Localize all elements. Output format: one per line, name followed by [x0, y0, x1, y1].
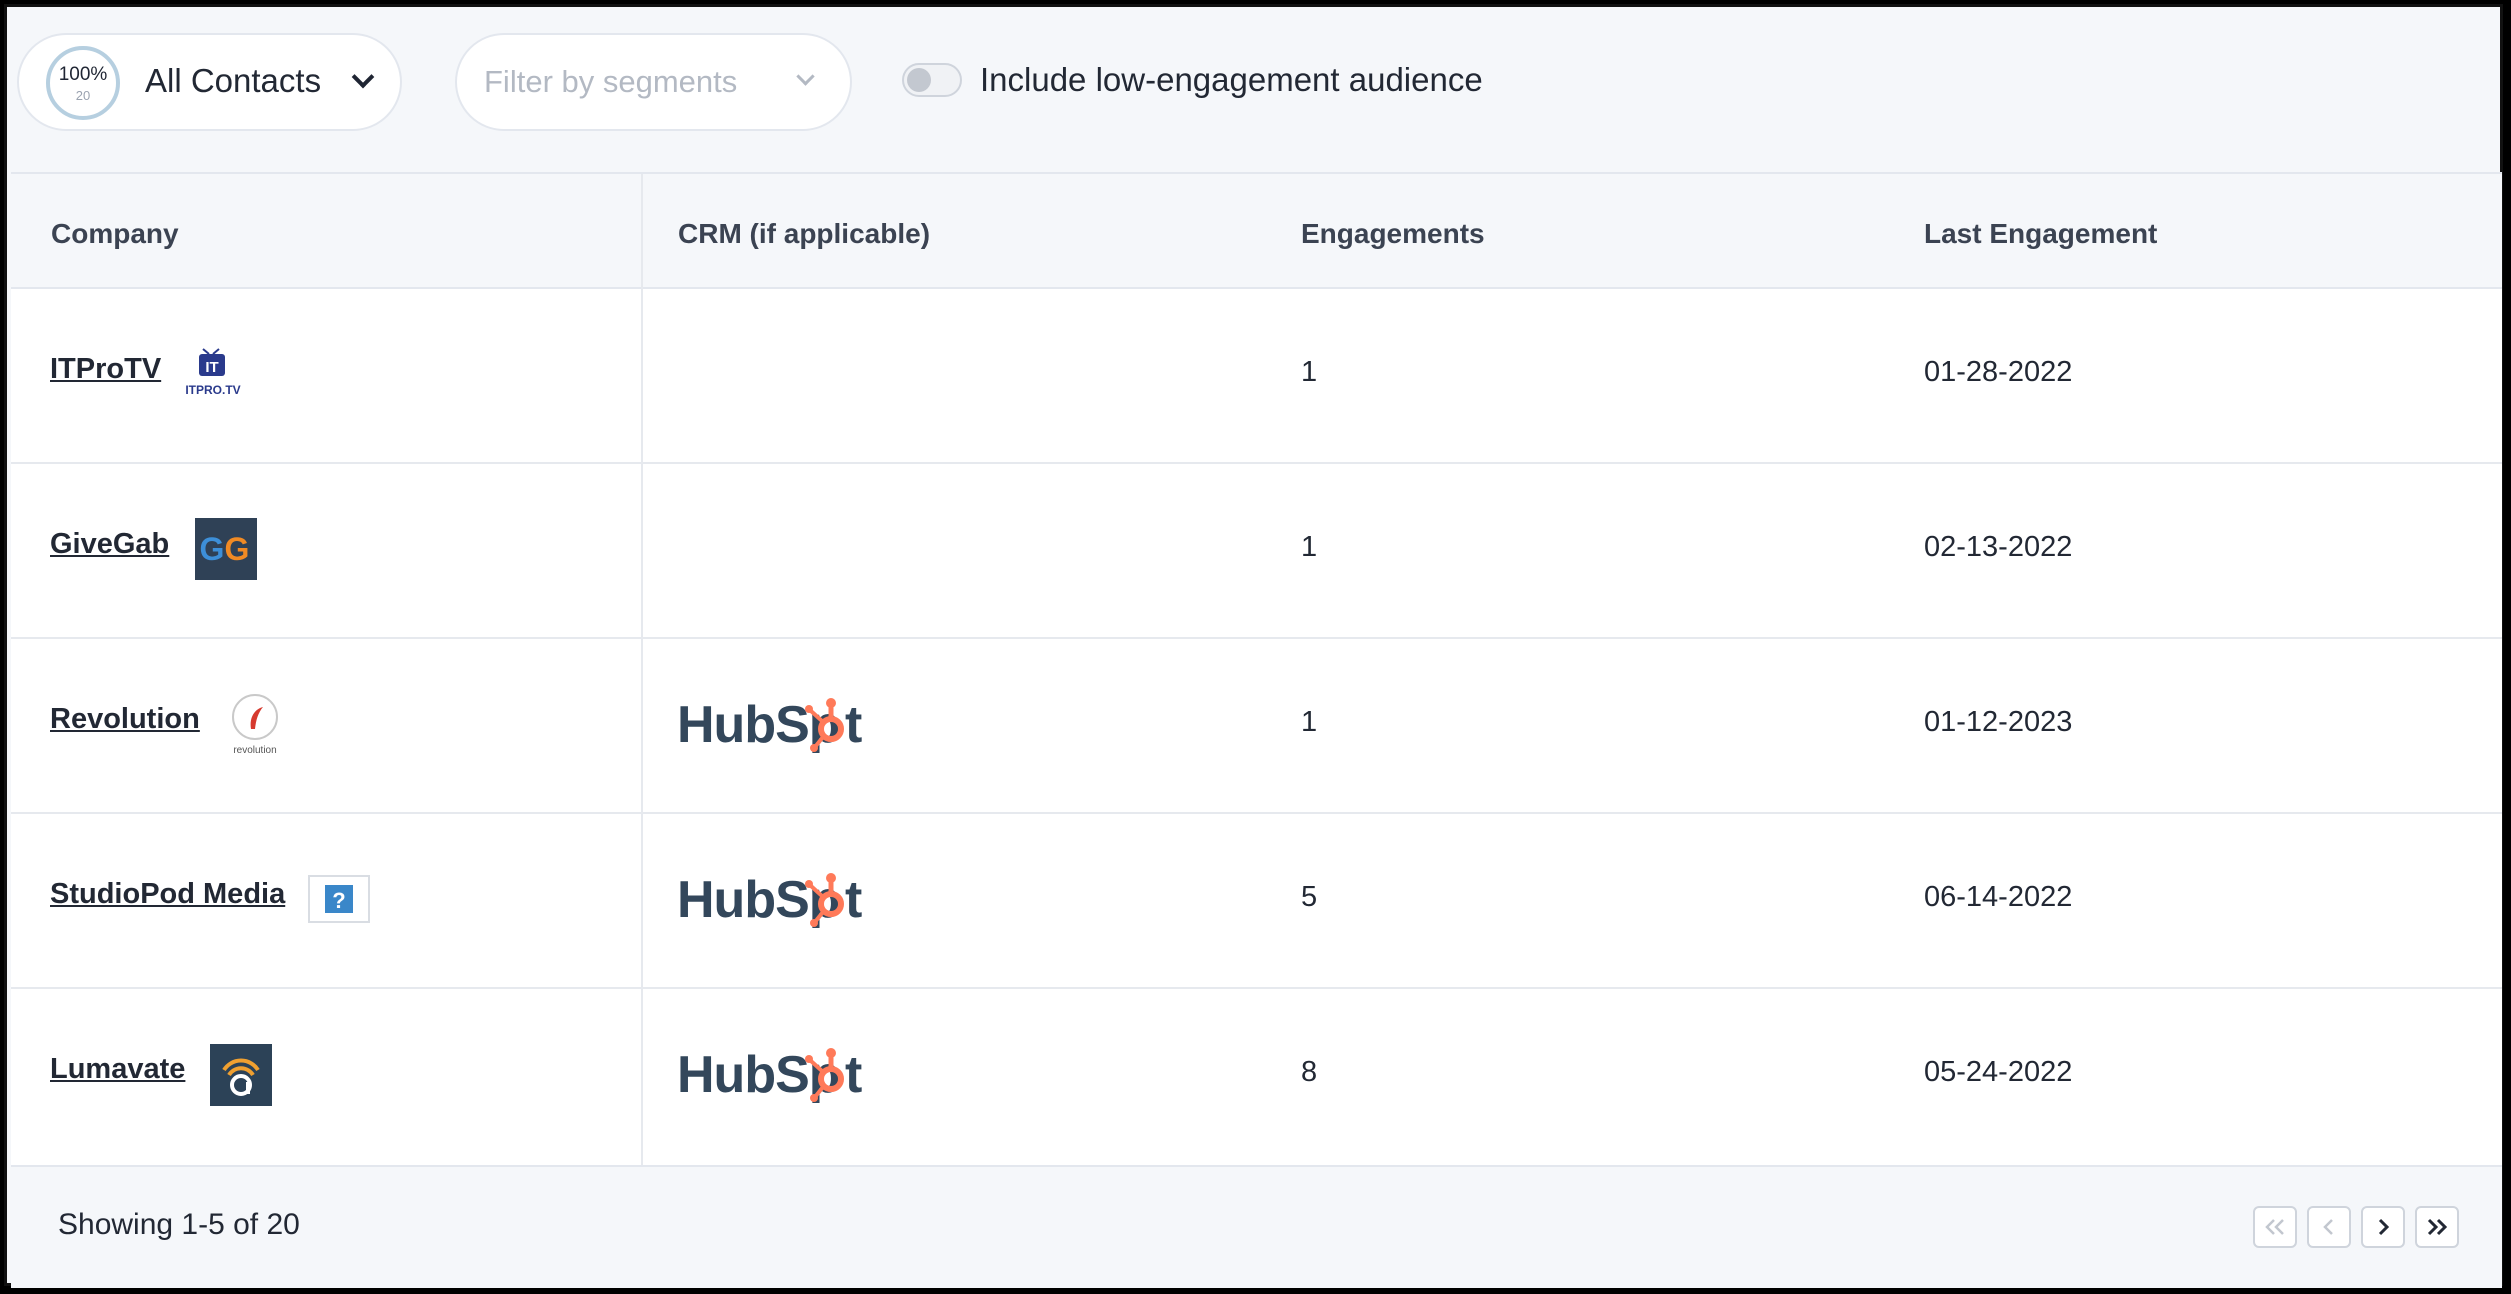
company-link[interactable]: Lumavate	[50, 1053, 185, 1086]
revolution-logo: revolution	[232, 694, 278, 756]
last-engagement-date: 02-13-2022	[1924, 531, 2073, 563]
pagination-summary: Showing 1-5 of 20	[58, 1208, 300, 1241]
low-engagement-toggle-label[interactable]: Include low-engagement audience	[980, 61, 1483, 99]
engagements-count: 1	[1301, 706, 1318, 738]
engagements-count: 8	[1301, 1056, 1318, 1088]
first-page-button[interactable]	[2253, 1206, 2297, 1248]
chevron-down-icon	[796, 67, 815, 86]
svg-text:G: G	[200, 531, 225, 567]
contacts-dropdown-label: All Contacts	[145, 62, 322, 99]
engagements-count: 1	[1301, 356, 1318, 388]
segments-filter-dropdown[interactable]: Filter by segments	[455, 33, 852, 131]
company-link[interactable]: Revolution	[50, 703, 200, 736]
last-engagement-date: 01-28-2022	[1924, 356, 2073, 388]
audience-percent: 100% 20	[45, 45, 121, 121]
company-link[interactable]: GiveGab	[50, 528, 169, 561]
last-page-button[interactable]	[2415, 1206, 2459, 1248]
table-row: ITProTV IT ITPRO.TV 1 01-28-2022	[11, 287, 2502, 464]
table-header: Company CRM (if applicable) Engagements …	[11, 174, 2502, 289]
hubspot-logo: HubSp t	[677, 871, 862, 929]
company-link[interactable]: ITProTV	[50, 353, 161, 386]
app-frame: 100% 20 All Contacts Filter by segments …	[4, 4, 2503, 1288]
toolbar: 100% 20 All Contacts Filter by segments …	[7, 7, 2500, 172]
companies-table: Company CRM (if applicable) Engagements …	[11, 172, 2502, 1167]
itprotv-logo: IT ITPRO.TV	[185, 348, 241, 397]
double-chevron-right-icon	[2427, 1218, 2448, 1236]
toggle-knob	[907, 68, 931, 92]
next-page-button[interactable]	[2361, 1206, 2405, 1248]
segments-filter-placeholder: Filter by segments	[484, 64, 738, 99]
hubspot-logo: HubSp t	[677, 696, 862, 754]
svg-text:IT: IT	[205, 359, 218, 376]
table-row: Lumavate HubSp t 8 05-24-2022	[11, 987, 2502, 1162]
table-footer: Showing 1-5 of 20	[11, 1165, 2502, 1288]
previous-page-button[interactable]	[2307, 1206, 2351, 1248]
last-engagement-date: 01-12-2023	[1924, 706, 2073, 738]
last-engagement-date: 05-24-2022	[1924, 1056, 2073, 1088]
svg-text:t: t	[845, 1046, 862, 1104]
audience-percent-value: 100%	[58, 64, 108, 85]
chevron-left-icon	[2323, 1219, 2333, 1235]
svg-text:?: ?	[332, 888, 345, 913]
givegab-logo: G G	[195, 518, 257, 580]
lumavate-logo	[210, 1044, 272, 1106]
last-engagement-date: 06-14-2022	[1924, 881, 2073, 913]
broken-image-icon: ?	[308, 875, 370, 923]
contacts-dropdown[interactable]: 100% 20 All Contacts	[17, 33, 402, 131]
column-header-crm[interactable]: CRM (if applicable)	[678, 218, 930, 250]
column-header-company[interactable]: Company	[51, 218, 179, 250]
audience-count: 20	[75, 88, 91, 103]
company-link[interactable]: StudioPod Media	[50, 878, 285, 911]
svg-text:G: G	[225, 531, 250, 567]
chevron-down-icon	[351, 65, 375, 89]
column-header-last-engagement[interactable]: Last Engagement	[1924, 218, 2157, 250]
engagements-count: 5	[1301, 881, 1318, 913]
svg-text:t: t	[845, 871, 862, 929]
itprotv-logo-text: ITPRO.TV	[185, 383, 240, 397]
table-row: Revolution revolution HubSp t 1 01-12-20…	[11, 637, 2502, 814]
table-row: GiveGab G G 1 02-13-2022	[11, 462, 2502, 639]
chevron-right-icon	[2378, 1218, 2390, 1236]
svg-text:t: t	[845, 696, 862, 754]
revolution-logo-text: revolution	[233, 745, 276, 756]
double-chevron-left-icon	[2265, 1219, 2284, 1235]
engagements-count: 1	[1301, 531, 1318, 563]
hubspot-logo: HubSp t	[677, 1046, 862, 1104]
low-engagement-toggle[interactable]	[902, 63, 962, 97]
column-header-engagements[interactable]: Engagements	[1301, 218, 1485, 250]
table-row: StudioPod Media ? HubSp t 5 06-14-2022	[11, 812, 2502, 989]
